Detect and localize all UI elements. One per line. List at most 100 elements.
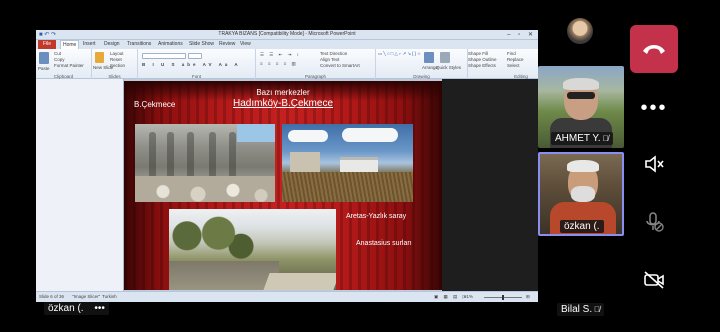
select-button[interactable]: Select	[507, 63, 520, 68]
new-slide-icon[interactable]	[95, 52, 104, 63]
more-options-icon[interactable]: •••	[94, 303, 105, 314]
mic-off-icon	[646, 212, 664, 232]
slide-caption-palace: Aretas-Yazlık saray	[346, 213, 407, 220]
presenter-name: özkan (.	[48, 303, 84, 314]
camera-off-icon	[644, 271, 664, 289]
group-drawing: ▭╲○□△⌐↗↘{}☆ Arrange Quick Styles Drawing	[376, 49, 468, 79]
section-button[interactable]: Section	[110, 63, 125, 68]
quick-styles-button[interactable]: Quick Styles	[436, 65, 461, 70]
slide-counter: Slide 6 of 36	[39, 294, 65, 299]
quick-styles-icon[interactable]	[440, 52, 450, 63]
language-indicator[interactable]: Turkish	[102, 294, 117, 299]
current-slide[interactable]: Bazı merkezler Hadımköy-B.Çekmece B.Çekm…	[124, 81, 442, 290]
paste-button[interactable]: Paste	[38, 66, 50, 71]
ppt-title-bar: ■ ↶ ↷ TRAKYA BIZANS [Compatibility Mode]…	[36, 30, 538, 40]
slide-caption-walls: Anastasius surları	[356, 240, 412, 247]
person-hair	[567, 160, 599, 172]
tab-review[interactable]: Review	[219, 41, 235, 47]
window-controls-icon[interactable]: – ▫ ✕	[507, 31, 536, 38]
reset-button[interactable]: Reset	[110, 57, 122, 62]
mic-toggle-button[interactable]	[630, 198, 678, 246]
tab-insert[interactable]: Insert	[83, 41, 96, 47]
presenter-name-badge: özkan (. •••	[44, 302, 109, 315]
find-button[interactable]: Find	[507, 51, 516, 56]
paste-icon[interactable]	[39, 52, 49, 64]
zoom-level[interactable]: 61%	[464, 294, 473, 299]
group-editing: Find Replace Select Editing	[504, 49, 538, 79]
font-format-buttons-icon[interactable]: B I U S abe AV Aa A	[142, 62, 241, 67]
photo-trees	[169, 215, 259, 267]
tab-home[interactable]: Home	[60, 40, 80, 49]
text-direction-button[interactable]: Text Direction	[320, 51, 347, 56]
more-actions-button[interactable]: •••	[630, 84, 678, 132]
participant-tile-ozkan[interactable]: özkan (.	[538, 152, 624, 236]
group-clipboard: Paste Cut Copy Format Painter Clipboard	[36, 49, 92, 79]
group-paragraph: ☰ ☰ ⇤ ⇥ ↕ ≡ ≡ ≡ ≡ ▥ Text Direction Align…	[256, 49, 376, 79]
slide-left-label: B.Çekmece	[134, 100, 176, 109]
participant-name-badge: özkan (.	[560, 220, 604, 233]
person-hair	[563, 78, 599, 90]
shapes-gallery-icon[interactable]: ▭╲○□△⌐↗↘{}☆	[378, 51, 422, 57]
ppt-status-bar: Slide 6 of 36 "Image Slicer" Turkish ▣ ▦…	[36, 291, 538, 302]
photo-city-walls	[169, 209, 336, 290]
group-font: B I U S abe AV Aa A Font	[138, 49, 256, 79]
photo-grass	[282, 172, 413, 202]
shape-fill-button[interactable]: Shape Fill	[468, 51, 488, 56]
theme-name: "Image Slicer"	[72, 294, 101, 299]
speaker-toggle-button[interactable]	[630, 140, 678, 188]
mic-muted-icon: 🎙̸	[602, 134, 609, 143]
dark-side-pane	[442, 79, 538, 291]
font-name-dropdown[interactable]	[142, 53, 186, 59]
copy-button[interactable]: Copy	[54, 57, 65, 62]
rock-column	[209, 132, 216, 178]
ribbon: Paste Cut Copy Format Painter Clipboard …	[36, 49, 538, 79]
participant-name: AHMET Y.	[555, 133, 601, 144]
participant-name-badge: AHMET Y. 🎙̸	[551, 132, 613, 145]
view-buttons-icon[interactable]: ▣ ▦ ▤ ▷	[434, 294, 468, 300]
photo-building	[340, 157, 378, 173]
meeting-controls: •••	[626, 0, 720, 332]
photo-rocks	[135, 176, 275, 202]
format-painter-button[interactable]: Format Painter	[54, 63, 84, 68]
photo-path	[262, 273, 336, 290]
participant-name: özkan (.	[564, 221, 600, 232]
speaker-off-icon	[645, 155, 664, 173]
tab-view[interactable]: View	[240, 41, 251, 47]
tab-slide-show[interactable]: Slide Show	[189, 41, 214, 47]
zoom-slider-handle[interactable]	[502, 295, 504, 300]
tab-design[interactable]: Design	[104, 41, 120, 47]
rock-column	[149, 132, 156, 178]
list-buttons-icon[interactable]: ☰ ☰ ⇤ ⇥ ↕	[260, 52, 301, 58]
tab-file[interactable]: File	[38, 40, 56, 49]
tab-animations[interactable]: Animations	[158, 41, 183, 47]
participant-name-badge-bilal: Bilal S. 🎙̸	[557, 303, 605, 316]
align-text-button[interactable]: Align Text	[320, 57, 339, 62]
rock-column	[167, 132, 174, 178]
rock-column	[229, 132, 236, 178]
replace-button[interactable]: Replace	[507, 57, 524, 62]
font-size-dropdown[interactable]	[188, 53, 202, 59]
arrange-icon[interactable]	[424, 52, 434, 63]
photo-cloud	[288, 130, 328, 142]
ribbon-tabs: File Home Insert Design Transitions Anim…	[36, 40, 538, 49]
ppt-window-title: TRAKYA BIZANS [Compatibility Mode] - Mic…	[218, 31, 356, 37]
photo-cliff-rocks	[135, 124, 275, 202]
cut-button[interactable]: Cut	[54, 51, 61, 56]
photo-sky	[237, 124, 275, 142]
participant-tile-ahmet[interactable]: AHMET Y. 🎙̸	[538, 66, 624, 148]
layout-button[interactable]: Layout	[110, 51, 124, 56]
photo-palace-building	[282, 124, 413, 202]
tab-transitions[interactable]: Transitions	[127, 41, 151, 47]
shape-outline-button[interactable]: Shape Outline	[468, 57, 497, 62]
hang-up-button[interactable]	[630, 25, 678, 73]
person-glasses	[567, 92, 595, 99]
ppt-workarea: Bazı merkezler Hadımköy-B.Çekmece B.Çekm…	[36, 79, 538, 291]
slide-thumbnail-pane[interactable]	[36, 79, 124, 291]
shape-effects-button[interactable]: Shape Effects	[468, 63, 496, 68]
convert-smartart-button[interactable]: Convert to SmartArt	[320, 63, 360, 68]
fit-slide-icon[interactable]: ⊞	[526, 294, 530, 300]
camera-toggle-button[interactable]	[630, 256, 678, 304]
person-beard	[571, 186, 595, 202]
self-avatar[interactable]	[567, 18, 593, 44]
align-buttons-icon[interactable]: ≡ ≡ ≡ ≡ ▥	[260, 61, 298, 67]
